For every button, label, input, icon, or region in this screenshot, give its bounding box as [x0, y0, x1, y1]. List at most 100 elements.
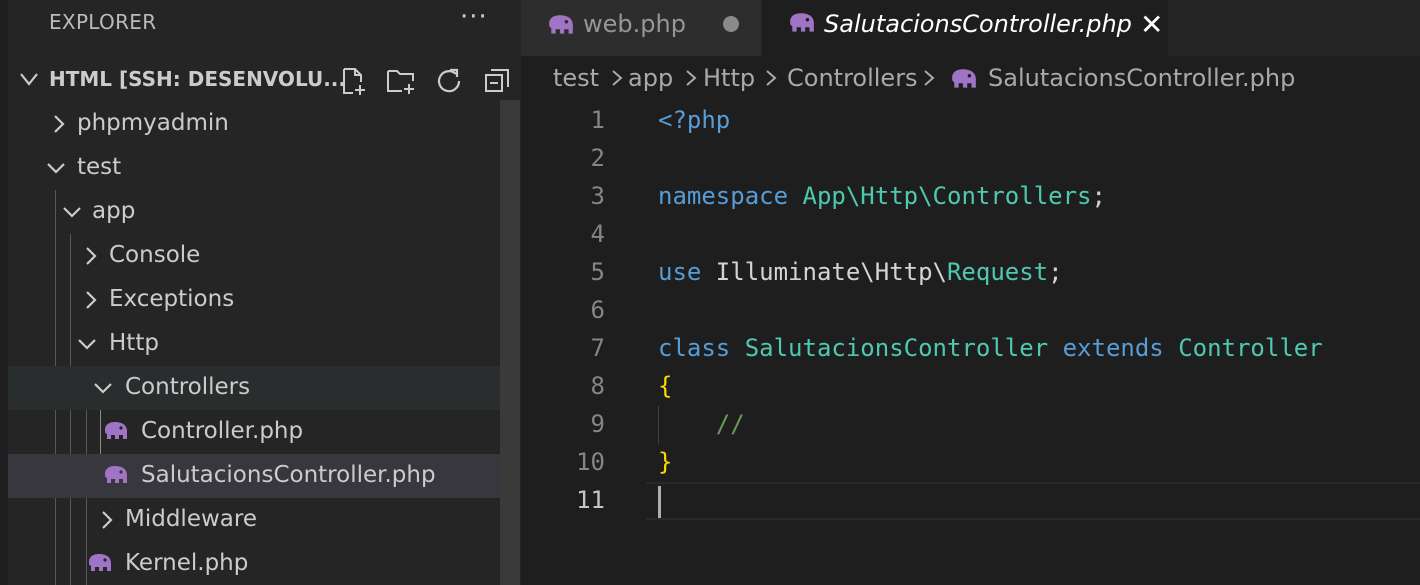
chevron-down-icon — [78, 339, 96, 350]
tab-salutacionscontroller-php[interactable]: SalutacionsController.php ✕ — [762, 0, 1168, 56]
tree-item-label: app — [92, 198, 136, 224]
code-line[interactable]: 5 use Illuminate\Http\Request; — [521, 254, 1420, 292]
breadcrumb: test app Http Controllers SalutacionsCon… — [521, 56, 1420, 102]
code-token: ; — [1091, 182, 1106, 210]
breadcrumb-item[interactable]: SalutacionsController.php — [988, 64, 1295, 92]
chevron-down-icon — [63, 207, 81, 218]
code-token: class — [658, 334, 745, 362]
sidebar-scrollbar[interactable] — [500, 100, 520, 585]
code-text: } — [658, 448, 672, 476]
explorer-sidebar: EXPLORER ··· HTML [SSH: DESENVOLU... php… — [0, 0, 521, 585]
tab-web-php[interactable]: web.php — [521, 0, 761, 56]
code-line[interactable]: 3 namespace App\Http\Controllers; — [521, 178, 1420, 216]
tree-item-salutacionscontroller-php[interactable]: SalutacionsController.php — [8, 454, 520, 498]
tree-item-app[interactable]: app — [8, 190, 520, 234]
code-line[interactable]: 11 — [521, 482, 1420, 520]
tab-label: web.php — [583, 10, 686, 38]
chevron-down-icon — [94, 383, 112, 394]
code-token: // — [658, 410, 745, 438]
chevron-right-icon — [102, 511, 113, 529]
refresh-icon[interactable] — [430, 62, 468, 100]
code-line[interactable]: 10} — [521, 444, 1420, 482]
chevron-right-icon — [54, 115, 65, 133]
code-editor[interactable]: 1 <?php 2 3 namespace App\Http\Controllers; 4… — [521, 102, 1420, 585]
chevron-right-icon — [612, 70, 623, 86]
breadcrumb-item[interactable]: Controllers — [787, 64, 918, 92]
text-cursor — [658, 486, 661, 518]
line-number: 6 — [590, 296, 605, 324]
line-number: 11 — [576, 486, 605, 514]
breadcrumb-item[interactable]: test — [553, 64, 599, 92]
code-token: } — [658, 448, 673, 476]
tree-item-controllers[interactable]: Controllers — [8, 366, 520, 410]
tree-item-test[interactable]: test — [8, 146, 520, 190]
chevron-right-icon — [686, 70, 697, 86]
tree-item-label: Controller.php — [141, 418, 304, 444]
code-token: Controller — [1178, 334, 1323, 362]
code-token: use — [658, 258, 716, 286]
php-elephant-icon — [105, 422, 127, 439]
line-number: 1 — [590, 106, 605, 134]
line-number: 3 — [590, 182, 605, 210]
line-number: 10 — [576, 448, 605, 476]
code-token: Illuminate\Http\ — [715, 258, 947, 286]
code-line[interactable]: 1 <?php — [521, 102, 1420, 140]
code-line[interactable]: 7 class SalutacionsController extends Con… — [521, 330, 1420, 368]
tree-item-exceptions[interactable]: Exceptions — [8, 278, 520, 322]
tree-item-middleware[interactable]: Middleware — [8, 498, 520, 542]
code-line[interactable]: 4 — [521, 216, 1420, 254]
code-text: { — [658, 372, 672, 400]
php-elephant-icon — [105, 466, 127, 483]
code-token: namespace — [658, 182, 803, 210]
code-token: SalutacionsController — [744, 334, 1063, 362]
line-number: 2 — [590, 144, 605, 172]
code-token: { — [658, 372, 673, 400]
code-line[interactable]: 8{ — [521, 368, 1420, 406]
chevron-down-icon — [20, 73, 38, 86]
chevron-right-icon — [86, 247, 97, 265]
code-token: App\Http\Controllers — [802, 182, 1092, 210]
code-line[interactable]: 9 // — [521, 406, 1420, 444]
tab-label: SalutacionsController.php — [824, 10, 1132, 38]
tree-item-label: Kernel.php — [125, 550, 249, 576]
workspace-root[interactable]: HTML [SSH: DESENVOLU... — [0, 58, 521, 102]
tree-item-label: phpmyadmin — [77, 110, 229, 136]
chevron-right-icon — [766, 70, 777, 86]
line-number: 8 — [590, 372, 605, 400]
tree-item-http[interactable]: Http — [8, 322, 520, 366]
more-actions-icon[interactable]: ··· — [460, 2, 488, 32]
tree-item-kernel-php[interactable]: Kernel.php — [8, 542, 520, 585]
tree-item-phpmyadmin[interactable]: phpmyadmin — [8, 102, 520, 146]
new-file-icon[interactable] — [334, 62, 372, 100]
code-token: Request — [946, 258, 1049, 286]
tree-item-console[interactable]: Console — [8, 234, 520, 278]
chevron-right-icon — [924, 70, 935, 86]
code-line[interactable]: 6 — [521, 292, 1420, 330]
tree-item-label: Controllers — [125, 374, 251, 400]
workspace-root-title: HTML [SSH: DESENVOLU... — [49, 67, 347, 91]
code-token: extends — [1062, 334, 1179, 362]
code-line[interactable]: 2 — [521, 140, 1420, 178]
php-elephant-icon — [790, 13, 814, 32]
php-elephant-icon — [952, 69, 976, 88]
unsaved-dot-icon[interactable] — [723, 16, 739, 32]
tree-item-controller-php[interactable]: Controller.php — [8, 410, 520, 454]
collapse-all-icon[interactable] — [478, 62, 516, 100]
tree-item-label: Middleware — [125, 506, 257, 532]
code-text: class SalutacionsController extends Cont… — [658, 334, 1323, 362]
breadcrumb-item[interactable]: app — [628, 64, 673, 92]
chevron-down-icon — [47, 163, 65, 174]
new-folder-icon[interactable] — [382, 62, 420, 100]
editor-tabs: web.php SalutacionsController.php ✕ — [521, 0, 1420, 56]
php-elephant-icon — [549, 15, 573, 34]
code-text: namespace App\Http\Controllers; — [658, 182, 1106, 210]
breadcrumb-item[interactable]: Http — [703, 64, 755, 92]
tree-item-label: test — [77, 154, 122, 180]
chevron-right-icon — [86, 291, 97, 309]
code-token: <?php — [658, 106, 731, 134]
close-icon[interactable]: ✕ — [1140, 8, 1163, 41]
tree-item-label: Exceptions — [109, 286, 235, 312]
code-text: // — [658, 410, 745, 438]
code-token: ; — [1048, 258, 1063, 286]
line-number: 7 — [590, 334, 605, 362]
